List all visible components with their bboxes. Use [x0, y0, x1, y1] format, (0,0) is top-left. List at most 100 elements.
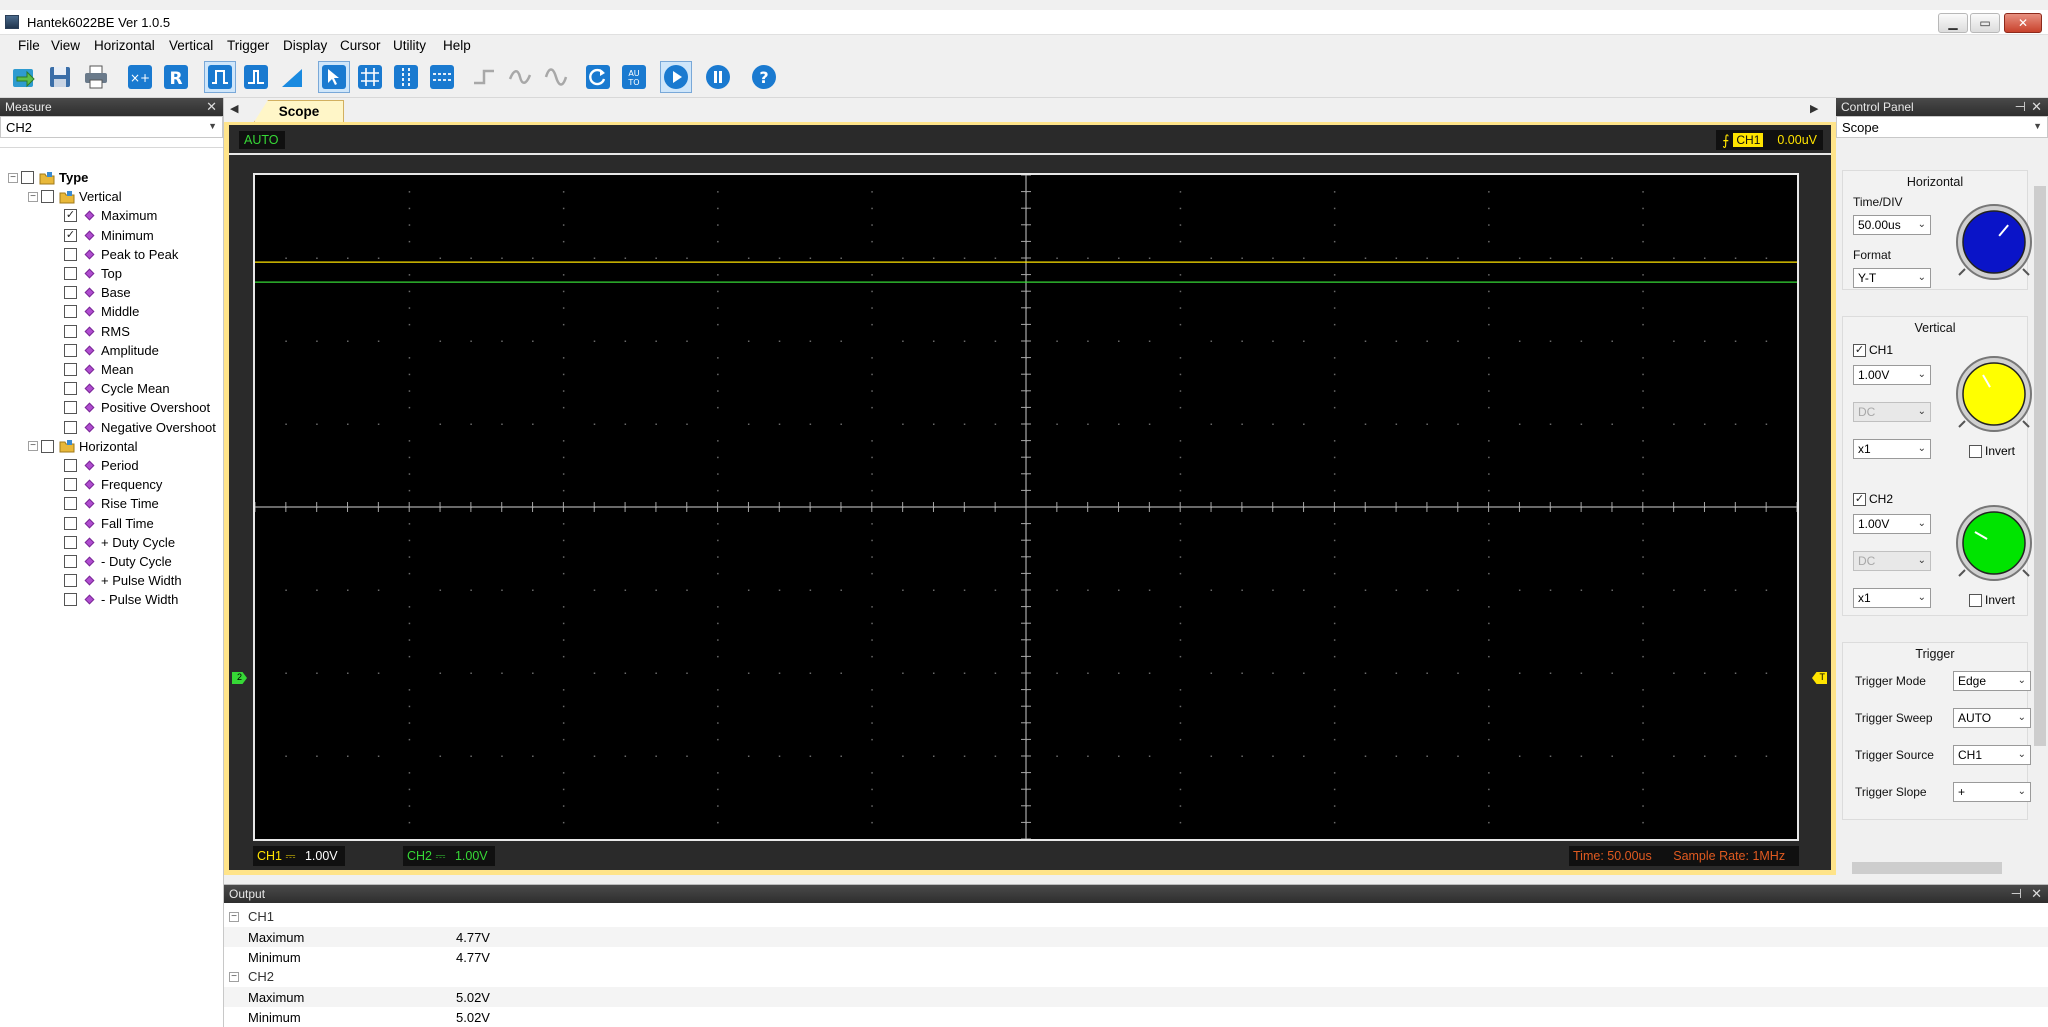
measure-item-frequency[interactable]: Frequency [64, 475, 162, 494]
measure-checkbox[interactable] [64, 593, 77, 607]
tab-scroll-right-icon[interactable]: ▶ [1810, 102, 1818, 115]
measure-checkbox[interactable] [64, 401, 77, 415]
measure-checkbox[interactable] [64, 478, 77, 492]
sine-filter-button[interactable] [504, 61, 536, 93]
measure-checkbox[interactable] [64, 343, 77, 357]
help-button[interactable]: ? [748, 61, 780, 93]
measure-checkbox[interactable] [64, 286, 77, 300]
output-group-ch2[interactable]: − CH2 [224, 967, 2048, 987]
measure-checkbox[interactable] [64, 247, 77, 261]
ch2-volts-select[interactable]: 1.00V ⌄ [1853, 514, 1931, 534]
measure-checkbox[interactable] [64, 382, 77, 396]
measure-panel-close-icon[interactable]: ✕ [206, 99, 217, 115]
measure-item-cycle-mean[interactable]: Cycle Mean [64, 379, 170, 398]
reference-button[interactable]: R [160, 61, 192, 93]
tree-group-vertical[interactable]: − Vertical [28, 187, 122, 206]
measure-item-duty-cycle[interactable]: - Duty Cycle [64, 552, 172, 571]
measure-checkbox[interactable] [64, 267, 77, 280]
trigger-slope-select[interactable]: + ⌄ [1953, 782, 2031, 802]
control-panel-close-icon[interactable]: ✕ [2031, 99, 2042, 115]
run-button[interactable] [660, 61, 692, 93]
auto-button[interactable]: AU TO [618, 61, 650, 93]
timebase-knob[interactable] [1955, 203, 2033, 281]
measure-checkbox[interactable] [64, 535, 77, 549]
sine-button[interactable] [540, 61, 572, 93]
menu-help[interactable]: Help [439, 37, 475, 54]
measure-item-middle[interactable]: Middle [64, 302, 139, 321]
scrollbar-thumb[interactable] [2034, 186, 2046, 746]
measure-item-mean[interactable]: Mean [64, 360, 134, 379]
scrollbar-thumb[interactable] [1852, 862, 2002, 874]
pause-button[interactable] [702, 61, 734, 93]
grid-button[interactable] [354, 61, 386, 93]
measure-checkbox[interactable]: ✓ [64, 209, 77, 223]
measure-item-duty-cycle[interactable]: + Duty Cycle [64, 533, 175, 552]
step-button[interactable] [468, 61, 500, 93]
control-mode-select[interactable]: Scope ▼ [1836, 116, 2048, 138]
ch2-invert-checkbox[interactable]: Invert [1969, 593, 2015, 607]
group-checkbox[interactable] [41, 190, 54, 204]
collapse-icon[interactable]: − [8, 172, 18, 183]
trigger-level-marker[interactable]: T [1812, 672, 1827, 684]
control-panel-horizontal-scrollbar[interactable] [1836, 860, 2032, 876]
menu-display[interactable]: Display [279, 37, 331, 54]
measure-item-pulse-width[interactable]: - Pulse Width [64, 590, 178, 609]
open-button[interactable] [8, 61, 40, 93]
ch2-enable-checkbox[interactable]: ✓ CH2 [1853, 492, 1893, 506]
trigger-sweep-select[interactable]: AUTO ⌄ [1953, 708, 2031, 728]
menu-cursor[interactable]: Cursor [336, 37, 385, 54]
minimize-button[interactable]: ▁ [1938, 13, 1968, 33]
collapse-icon[interactable]: − [229, 912, 239, 922]
trigger-mode-select[interactable]: Edge ⌄ [1953, 671, 2031, 691]
menu-view[interactable]: View [47, 37, 84, 54]
measure-checkbox[interactable] [64, 420, 77, 434]
measure-item-amplitude[interactable]: Amplitude [64, 341, 159, 360]
measure-checkbox[interactable]: ✓ [64, 228, 77, 242]
measure-item-negative-overshoot[interactable]: Negative Overshoot [64, 418, 216, 437]
collapse-icon[interactable]: − [28, 441, 38, 452]
collapse-icon[interactable]: − [229, 972, 239, 982]
output-group-ch1[interactable]: − CH1 [224, 907, 2048, 927]
format-select[interactable]: Y-T ⌄ [1853, 268, 1931, 288]
type-checkbox[interactable] [21, 171, 34, 184]
menu-file[interactable]: File [14, 37, 44, 54]
measure-checkbox[interactable] [64, 555, 77, 568]
tab-scroll-left-icon[interactable]: ◀ [230, 102, 238, 115]
output-panel-close-icon[interactable]: ✕ [2031, 886, 2042, 902]
ch1-volts-knob[interactable] [1955, 355, 2033, 433]
measure-checkbox[interactable] [64, 574, 77, 588]
measure-channel-select[interactable]: CH2 ▼ [0, 116, 223, 138]
tree-group-horizontal[interactable]: − Horizontal [28, 437, 138, 456]
menu-vertical[interactable]: Vertical [165, 37, 217, 54]
maximize-button[interactable]: ▭ [1970, 13, 2000, 33]
cursor-vertical-button[interactable] [390, 61, 422, 93]
ramp-button[interactable] [276, 61, 308, 93]
measure-item-pulse-width[interactable]: + Pulse Width [64, 571, 182, 590]
trigger-source-select[interactable]: CH1 ⌄ [1953, 745, 2031, 765]
pin-icon[interactable]: ⊣ [2011, 886, 2022, 902]
cursor-horizontal-button[interactable] [426, 61, 458, 93]
tab-scope[interactable]: Scope [254, 100, 344, 122]
measure-checkbox[interactable] [64, 516, 77, 530]
refresh-button[interactable] [582, 61, 614, 93]
measure-item-period[interactable]: Period [64, 456, 139, 475]
measure-item-fall-time[interactable]: Fall Time [64, 514, 154, 533]
measure-item-positive-overshoot[interactable]: Positive Overshoot [64, 398, 210, 417]
measure-item-peak-to-peak[interactable]: Peak to Peak [64, 245, 178, 264]
collapse-icon[interactable]: − [28, 191, 38, 202]
cursor-select-button[interactable] [318, 61, 350, 93]
timediv-select[interactable]: 50.00us ⌄ [1853, 215, 1931, 235]
measure-item-maximum[interactable]: ✓ Maximum [64, 206, 157, 225]
measure-item-base[interactable]: Base [64, 283, 131, 302]
measure-item-rms[interactable]: RMS [64, 322, 130, 341]
measure-item-rise-time[interactable]: Rise Time [64, 494, 159, 513]
ch2-volts-knob[interactable] [1955, 504, 2033, 582]
measure-checkbox[interactable] [64, 459, 77, 472]
close-button[interactable]: ✕ [2004, 13, 2042, 33]
save-button[interactable] [44, 61, 76, 93]
ch1-probe-select[interactable]: x1 ⌄ [1853, 439, 1931, 459]
menu-trigger[interactable]: Trigger [223, 37, 273, 54]
ch2-level-marker[interactable]: 2 [232, 672, 247, 684]
measure-checkbox[interactable] [64, 305, 77, 319]
pulse-button[interactable] [240, 61, 272, 93]
